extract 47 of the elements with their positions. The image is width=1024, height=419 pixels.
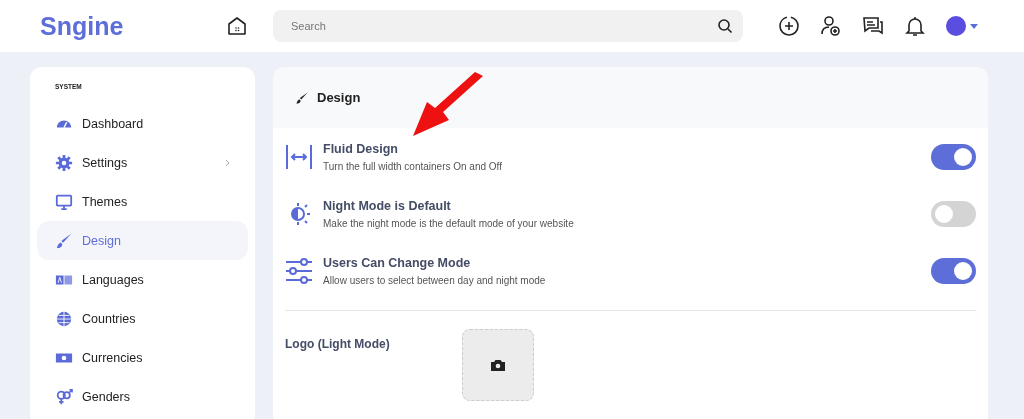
sidebar-item[interactable]: Themes	[37, 182, 248, 221]
sidebar-item-label: Design	[82, 233, 122, 248]
toggle-switch[interactable]	[931, 200, 976, 227]
panel-title: Design	[317, 90, 361, 105]
sliders-icon	[285, 256, 313, 285]
search-field[interactable]: Search	[273, 10, 743, 42]
setting-title: Users Can Change Mode	[323, 255, 472, 270]
sidebar-item[interactable]: Genders	[37, 377, 248, 416]
caret-icon[interactable]	[970, 23, 978, 29]
brush-icon	[295, 90, 309, 105]
chat-icon[interactable]	[862, 15, 884, 37]
horizontal-arrows-icon	[285, 142, 313, 171]
avatar[interactable]	[946, 16, 966, 36]
sidebar-item-label: Dashboard	[82, 116, 145, 131]
setting-description: Turn the full width containers On and Off	[323, 160, 503, 172]
sidebar-item[interactable]: Countries	[37, 299, 248, 338]
plus-circle-icon[interactable]	[778, 15, 800, 37]
sidebar-item[interactable]: Dashboard	[37, 104, 248, 143]
sidebar-item-label: Currencies	[82, 350, 144, 365]
sidebar-item-label: Countries	[82, 311, 137, 326]
globe-icon	[55, 309, 73, 328]
toggle-switch[interactable]	[931, 257, 976, 284]
setting-title: Fluid Design	[323, 141, 399, 156]
sidebar-item-label: Themes	[82, 194, 129, 209]
sidebar-item[interactable]: Settings	[37, 143, 248, 182]
sidebar-item[interactable]: Currencies	[37, 338, 248, 377]
sidebar-item[interactable]: Languages	[37, 260, 248, 299]
gender-symbols-icon	[55, 387, 73, 406]
image-upload-box[interactable]	[462, 329, 534, 401]
setting-description: Allow users to select between day and night mode	[323, 274, 547, 286]
toggle-switch[interactable]	[931, 143, 976, 170]
upload-label: Logo (Light Mode)	[285, 337, 390, 351]
search-icon	[717, 18, 733, 34]
add-user-icon[interactable]	[820, 15, 842, 37]
gear-icon	[55, 153, 73, 172]
sidebar-item-label: Settings	[82, 155, 129, 170]
brush-icon	[55, 231, 73, 250]
sidebar-item-label: Genders	[82, 389, 131, 404]
home-icon[interactable]	[226, 15, 248, 37]
setting-title: Night Mode is Default	[323, 198, 452, 213]
setting-description: Make the night mode is the default mode of your website	[323, 217, 575, 229]
logo[interactable]: Sngine	[40, 11, 226, 41]
sidebar-item[interactable]: Design	[37, 221, 248, 260]
monitor-icon	[55, 192, 73, 211]
bell-icon[interactable]	[904, 15, 926, 37]
camera-icon	[491, 359, 505, 371]
sidebar-item-label: Languages	[82, 272, 145, 287]
